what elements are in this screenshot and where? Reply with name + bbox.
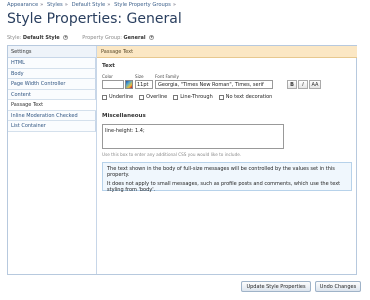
font-family-label: Font Family [155,74,179,79]
style-value: Default Style [22,35,60,41]
text-group-title: Text [102,63,115,69]
sidebar-item-list-container[interactable]: List Container [8,121,96,132]
chevron-down-icon: ▼ [149,35,155,40]
bold-button[interactable]: B [287,80,297,89]
explain-box: The text shown in the body of full-size … [102,162,352,193]
underline-label: Underline [109,94,134,100]
additional-css-textarea[interactable]: line-height: 1.4; [102,124,284,149]
no-decoration-option[interactable]: No text decoration [218,94,273,100]
italic-button[interactable]: I [298,80,308,89]
explain-text-1: The text shown in the body of full-size … [107,166,335,178]
misc-group-title: Miscellaneous [102,113,146,119]
size-label: Size [135,74,144,79]
chevron-down-icon: ▼ [63,35,69,40]
css-hint: Use this box to enter any additional CSS… [102,152,242,157]
breadcrumb: Appearance» Styles» Default Style» Style… [7,2,177,8]
color-label: Color [102,74,113,79]
property-group-selector[interactable]: Property Group: General ▼ [82,35,155,41]
no-decoration-checkbox[interactable] [218,94,224,100]
overline-checkbox[interactable] [139,94,145,100]
line-through-option[interactable]: Line-Through [173,94,213,100]
underline-checkbox[interactable] [102,94,107,100]
overline-option[interactable]: Overline [139,94,167,100]
text-case-button[interactable]: AA [309,80,321,89]
update-style-properties-button[interactable]: Update Style Properties [241,281,311,292]
color-picker-icon[interactable] [125,80,133,89]
breadcrumb-item-appearance[interactable]: Appearance [7,2,38,8]
filter-bar: Style: Default Style ▼ Property Group: G… [7,35,155,41]
page-title: Style Properties: General [7,11,182,27]
sidebar-item-passage-text[interactable]: Passage Text [8,100,96,111]
font-family-field[interactable]: Georgia, "Times New Roman", Times, serif [155,80,273,89]
sidebar-header: Settings [8,46,96,58]
sidebar-item-page-width-controller[interactable]: Page Width Controller [8,79,96,90]
style-selector[interactable]: Style: Default Style ▼ [7,35,69,41]
undo-changes-button[interactable]: Undo Changes [315,281,361,292]
property-editor: Passage Text Text Color Size Font Family… [96,46,357,274]
breadcrumb-item-default-style[interactable]: Default Style [72,2,106,8]
sidebar: HTML Body Page Width Controller Content … [8,58,96,132]
line-through-checkbox[interactable] [173,94,179,100]
sidebar-item-content[interactable]: Content [8,89,96,100]
overline-label: Overline [146,94,168,100]
breadcrumb-item-property-groups[interactable]: Style Property Groups [114,2,171,8]
sidebar-item-body[interactable]: Body [8,68,96,79]
explain-text-2: It does not apply to small messages, suc… [107,181,341,193]
sidebar-item-inline-moderation-checked[interactable]: Inline Moderation Checked [8,110,96,121]
style-label: Style: [7,35,22,41]
property-group-value: General [123,35,146,41]
breadcrumb-item-styles[interactable]: Styles [47,2,63,8]
no-decoration-label: No text decoration [225,94,273,100]
decoration-options: Underline Overline Line-Through No text … [102,94,272,100]
line-through-label: Line-Through [180,94,213,100]
size-field[interactable]: 11pt [135,80,153,89]
section-title: Passage Text [97,46,357,58]
underline-option[interactable]: Underline [102,94,133,100]
properties-panel: Settings HTML Body Page Width Controller… [7,45,357,275]
property-group-label: Property Group: [82,35,122,41]
sidebar-item-html[interactable]: HTML [8,58,96,69]
color-field[interactable] [102,80,124,89]
